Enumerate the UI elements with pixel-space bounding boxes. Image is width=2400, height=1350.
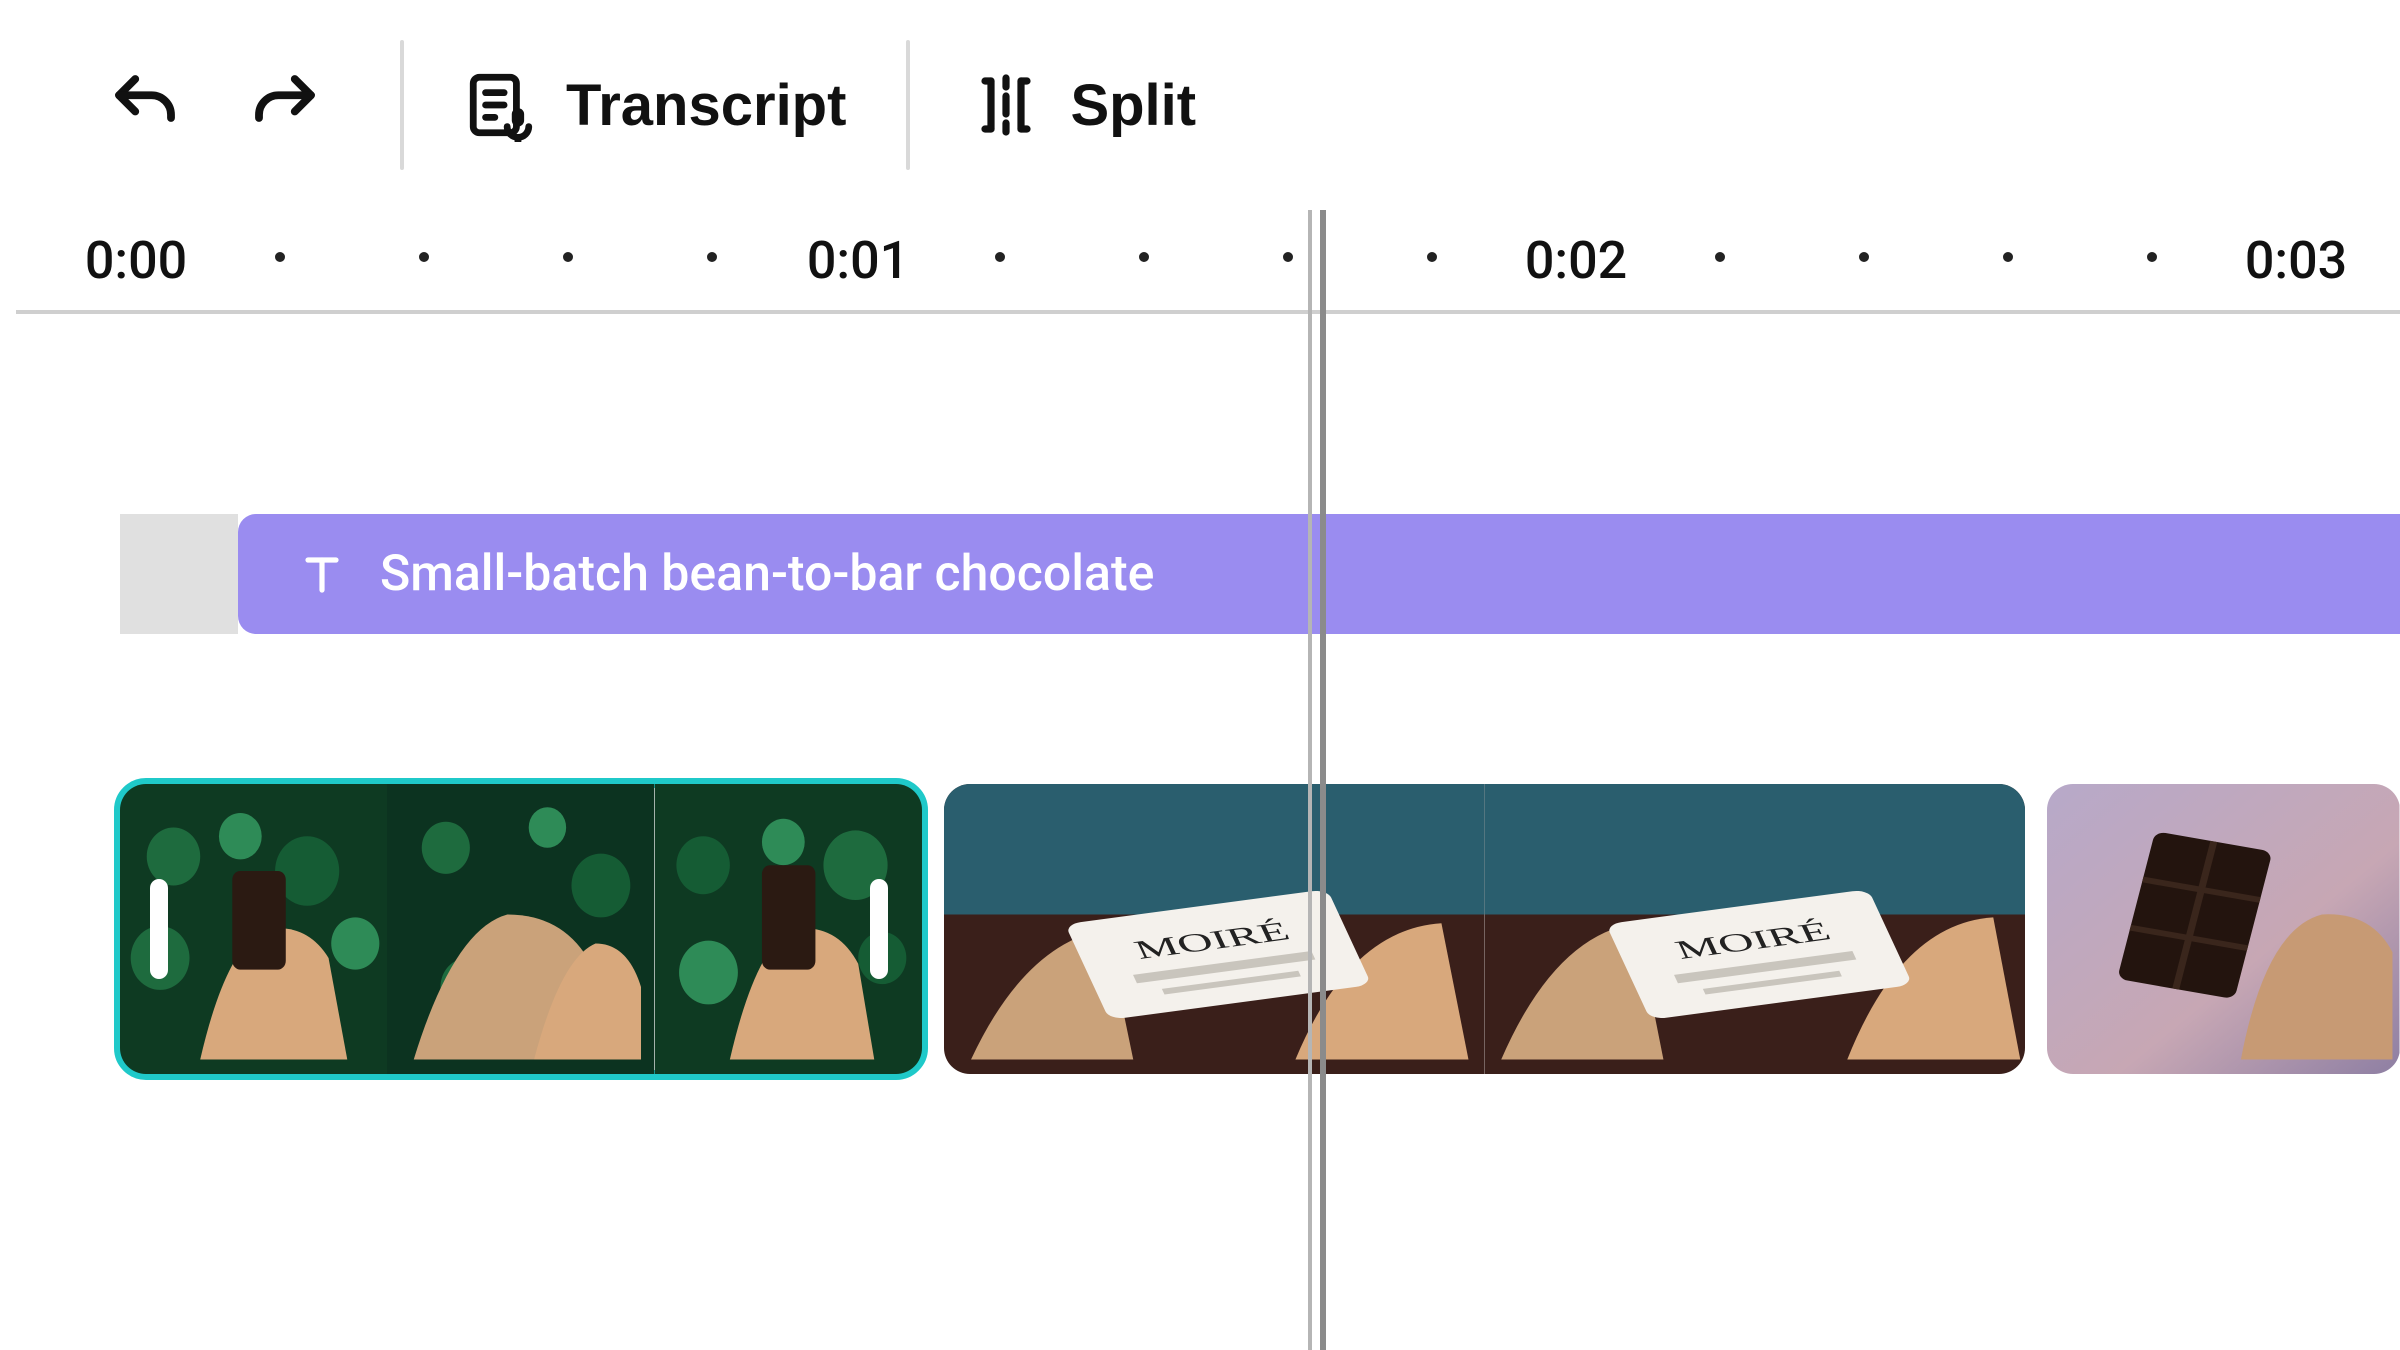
ruler-tick: [275, 252, 285, 262]
toolbar-divider: [400, 40, 404, 170]
clip-thumbnail: [387, 784, 654, 1074]
ruler-tick: [1139, 252, 1149, 262]
ruler-label: 0:02: [1525, 230, 1627, 291]
clip-thumbnail: [2047, 784, 2400, 1074]
ruler-tick: [2147, 252, 2157, 262]
caption-clip-text: Small-batch bean-to-bar chocolate: [380, 545, 1154, 603]
ruler-tick: [707, 252, 717, 262]
video-clip[interactable]: [120, 784, 922, 1074]
undo-icon: [106, 66, 184, 144]
split-icon: [970, 69, 1042, 141]
clip-trim-handle-right[interactable]: [870, 879, 888, 979]
ruler-label: 0:01: [807, 230, 909, 291]
video-clip[interactable]: MOIRÉ MOIRÉ: [944, 784, 2025, 1074]
ruler-label: 0:00: [85, 230, 187, 291]
video-clip[interactable]: [2047, 784, 2400, 1074]
ruler-tick: [563, 252, 573, 262]
ruler-label: 0:03: [2245, 230, 2347, 291]
toolbar: Transcript Split: [0, 0, 2400, 210]
timeline-tracks: Small-batch bean-to-bar chocolate: [0, 314, 2400, 1350]
text-icon: [298, 550, 346, 598]
toolbar-divider: [906, 40, 910, 170]
ruler-tick: [1427, 252, 1437, 262]
ruler-tick: [1283, 252, 1293, 262]
timeline-ruler[interactable]: 0:00 0:01 0:02 0:03: [16, 210, 2400, 314]
transcript-button[interactable]: Transcript: [464, 35, 846, 175]
ruler-tick: [1715, 252, 1725, 262]
clip-thumbnail: MOIRÉ: [1485, 784, 2026, 1074]
split-button[interactable]: Split: [970, 35, 1196, 175]
redo-icon: [246, 66, 324, 144]
clip-trim-handle-left[interactable]: [150, 879, 168, 979]
caption-track: Small-batch bean-to-bar chocolate: [120, 514, 2400, 634]
caption-track-lead: [120, 514, 238, 634]
ruler-tick: [1859, 252, 1869, 262]
transcript-button-label: Transcript: [566, 72, 846, 139]
clip-thumbnail: MOIRÉ: [944, 784, 1485, 1074]
video-track: MOIRÉ MOIRÉ: [120, 784, 2400, 1074]
split-button-label: Split: [1070, 72, 1196, 139]
ruler-tick: [419, 252, 429, 262]
undo-button[interactable]: [90, 35, 200, 175]
redo-button[interactable]: [230, 35, 340, 175]
ruler-tick: [2003, 252, 2013, 262]
ruler-tick: [995, 252, 1005, 262]
caption-clip[interactable]: Small-batch bean-to-bar chocolate: [238, 514, 2400, 634]
transcript-icon: [464, 68, 538, 142]
